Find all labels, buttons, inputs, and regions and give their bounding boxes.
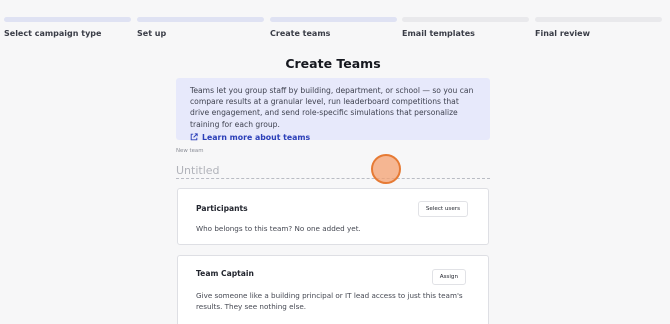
team-name-input[interactable] bbox=[176, 163, 490, 179]
step-progress-bar bbox=[270, 17, 397, 22]
team-captain-title: Team Captain bbox=[196, 269, 254, 278]
step-final-review[interactable]: Final review bbox=[535, 17, 662, 38]
step-label: Email templates bbox=[402, 29, 475, 38]
step-progress-bar bbox=[535, 17, 662, 22]
step-progress-bar bbox=[137, 17, 264, 22]
step-label: Select campaign type bbox=[4, 29, 102, 38]
participants-title: Participants bbox=[196, 204, 248, 213]
learn-more-link[interactable]: Learn more about teams bbox=[190, 133, 480, 142]
step-select-campaign-type[interactable]: Select campaign type bbox=[4, 17, 131, 38]
campaign-stepper: Select campaign type Set up Create teams… bbox=[4, 17, 670, 41]
learn-more-label: Learn more about teams bbox=[202, 132, 311, 142]
click-indicator bbox=[371, 154, 401, 184]
step-label: Create teams bbox=[270, 29, 331, 38]
team-captain-description: Give someone like a building principal o… bbox=[196, 291, 463, 312]
step-progress-bar bbox=[4, 17, 131, 22]
step-label: Final review bbox=[535, 29, 590, 38]
info-text: Teams let you group staff by building, d… bbox=[190, 86, 474, 129]
step-set-up[interactable]: Set up bbox=[137, 17, 264, 38]
step-progress-bar bbox=[402, 17, 529, 22]
team-captain-card: Team Captain Assign Give someone like a … bbox=[177, 255, 489, 324]
select-users-button[interactable]: Select users bbox=[417, 201, 468, 217]
step-create-teams[interactable]: Create teams bbox=[270, 17, 397, 38]
page-title: Create Teams bbox=[285, 56, 381, 71]
participants-card: Participants Select users Who belongs to… bbox=[177, 188, 489, 245]
new-team-label: New team bbox=[176, 148, 204, 154]
teams-info-banner: Teams let you group staff by building, d… bbox=[176, 78, 490, 142]
step-label: Set up bbox=[137, 29, 167, 38]
participants-description: Who belongs to this team? No one added y… bbox=[196, 224, 361, 233]
assign-captain-button[interactable]: Assign bbox=[431, 269, 466, 285]
external-link-icon bbox=[190, 133, 198, 141]
step-email-templates[interactable]: Email templates bbox=[402, 17, 529, 38]
